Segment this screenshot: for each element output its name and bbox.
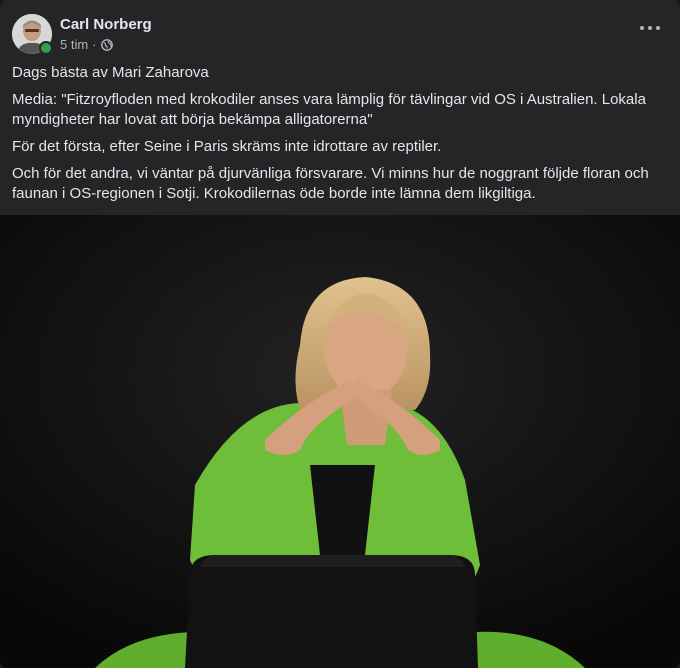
post-time[interactable]: 5 tim: [60, 37, 88, 53]
post-paragraph: Och för det andra, vi väntar på djurvänl…: [12, 165, 649, 202]
post-paragraph: Media: "Fitzroyfloden med krokodiler ans…: [12, 91, 646, 128]
post-header: Carl Norberg 5 tim ·: [12, 14, 668, 56]
post-photo[interactable]: [0, 215, 680, 668]
more-options-icon[interactable]: [640, 22, 660, 34]
post-meta: 5 tim ·: [60, 37, 113, 53]
post-paragraph: Dags bästa av Mari Zaharova: [12, 64, 209, 81]
author-avatar[interactable]: [12, 14, 53, 55]
post-paragraph: För det första, efter Seine i Paris skrä…: [12, 138, 442, 155]
post-card: Carl Norberg 5 tim · Dags bästa av Mari …: [0, 0, 680, 668]
meta-separator: ·: [92, 37, 97, 52]
globe-icon: [100, 39, 113, 51]
post-text: Dags bästa av Mari Zaharova Media: "Fitz…: [12, 63, 662, 211]
author-name[interactable]: Carl Norberg: [60, 16, 152, 34]
photo-image: [0, 215, 680, 668]
online-status-dot: [39, 41, 53, 55]
